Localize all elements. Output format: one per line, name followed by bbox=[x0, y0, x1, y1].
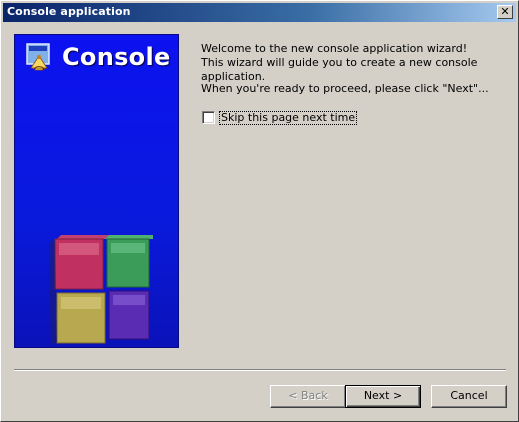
skip-page-label[interactable]: Skip this page next time bbox=[219, 111, 358, 125]
cancel-button-label: Cancel bbox=[450, 389, 488, 402]
codeblocks-logo-icon bbox=[26, 43, 50, 71]
next-button[interactable]: Next > bbox=[345, 385, 421, 408]
wizard-window: Console application ✕ Console Welcome to… bbox=[0, 0, 519, 422]
button-separator bbox=[14, 369, 506, 371]
cancel-button[interactable]: Cancel bbox=[431, 385, 507, 408]
welcome-line-1: Welcome to the new console application w… bbox=[201, 42, 468, 55]
proceed-text: When you're ready to proceed, please cli… bbox=[201, 82, 489, 95]
window-title: Console application bbox=[7, 5, 131, 18]
title-bar[interactable]: Console application ✕ bbox=[3, 3, 516, 22]
banner-title: Console bbox=[62, 43, 171, 71]
next-button-label: Next > bbox=[363, 389, 403, 402]
welcome-line-2: This wizard will guide you to create a n… bbox=[201, 56, 478, 83]
close-button[interactable]: ✕ bbox=[497, 5, 513, 19]
cubes-graphic bbox=[49, 235, 153, 345]
wizard-banner: Console bbox=[14, 34, 179, 348]
welcome-text: Welcome to the new console application w… bbox=[201, 42, 518, 84]
skip-page-checkbox[interactable] bbox=[202, 111, 215, 124]
back-button[interactable]: < Back bbox=[270, 385, 346, 408]
back-button-label: < Back bbox=[288, 389, 328, 402]
close-icon: ✕ bbox=[500, 5, 510, 18]
